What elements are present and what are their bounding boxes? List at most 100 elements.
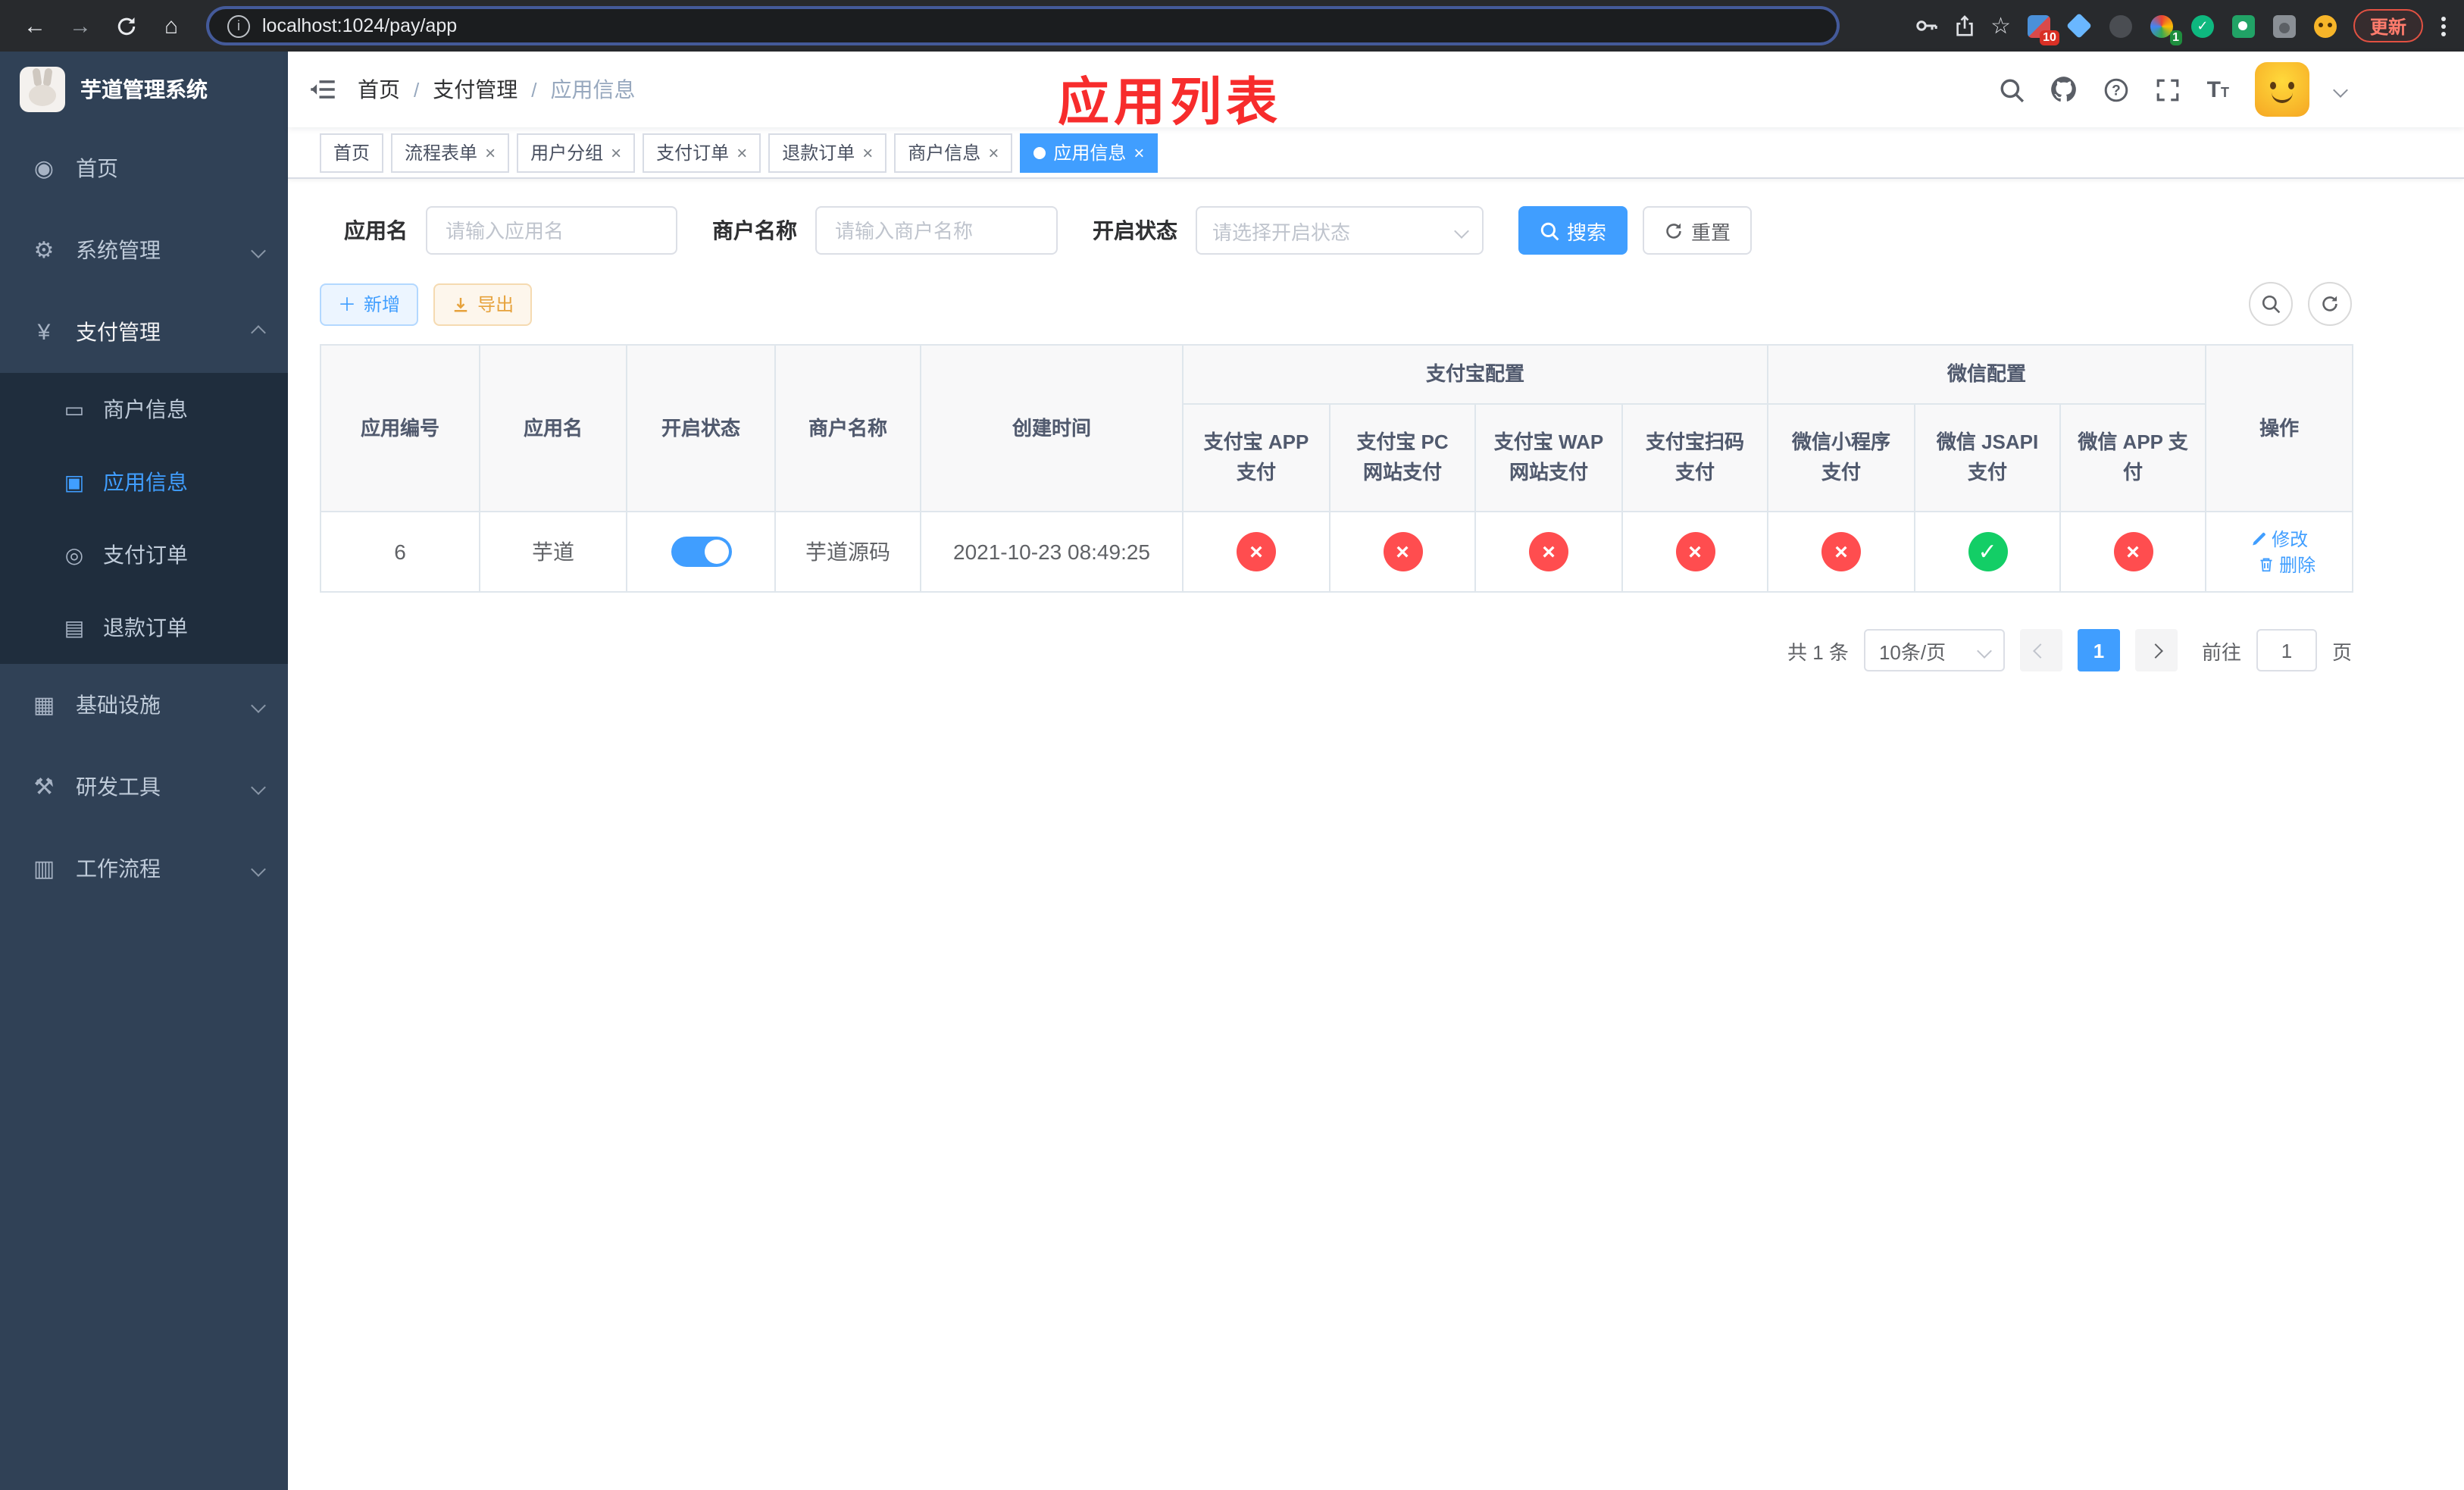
app-name-label: 应用名	[344, 218, 408, 243]
fullscreen-icon[interactable]	[2156, 77, 2181, 102]
prev-page-button[interactable]	[2019, 629, 2062, 671]
chevron-down-icon	[251, 697, 266, 712]
tab-process-form[interactable]: 流程表单 ×	[391, 133, 510, 172]
add-button[interactable]: ＋ 新增	[320, 283, 419, 325]
extension-check-icon[interactable]: ✓	[2190, 13, 2215, 39]
extension-face-icon[interactable]	[2312, 13, 2338, 39]
edit-link[interactable]: 修改	[2250, 526, 2308, 552]
delete-link[interactable]: 删除	[2258, 552, 2315, 578]
back-icon[interactable]: ←	[15, 6, 55, 45]
screen: ← → ⌂ i localhost:1024/pay/app ☆ 10 1 ✓ …	[0, 0, 2464, 1490]
app-title: 芋道管理系统	[80, 77, 208, 102]
address-bar[interactable]: i localhost:1024/pay/app	[206, 6, 1840, 45]
page-content: 应用名 商户名称 开启状态 请选择开启状态	[288, 179, 2354, 671]
breadcrumb: 首页 / 支付管理 / 应用信息	[358, 74, 636, 105]
sidebar-item-home[interactable]: ◉ 首页	[0, 127, 288, 209]
payment-submenu: ▭ 商户信息 ▣ 应用信息 ◎ 支付订单 ▤ 退款订单	[0, 373, 288, 664]
col-wechat-app: 微信 APP 支付	[2059, 403, 2207, 512]
document-icon: ▤	[64, 615, 85, 639]
sidebar-item-app-info[interactable]: ▣ 应用信息	[0, 446, 288, 518]
svg-text:?: ?	[2112, 82, 2122, 98]
group-alipay-config: 支付宝配置	[1181, 344, 1769, 405]
search-button[interactable]: 搜索	[1518, 206, 1628, 255]
help-icon[interactable]: ?	[2104, 77, 2130, 102]
pencil-icon	[2253, 532, 2265, 546]
col-actions: 操作	[2205, 344, 2354, 512]
merchant-name-input[interactable]	[815, 206, 1058, 255]
share-icon[interactable]	[1953, 14, 1975, 38]
page-unit-label: 页	[2331, 640, 2352, 663]
browser-menu-icon[interactable]	[2438, 16, 2449, 36]
wechat-app-status-icon: ×	[2113, 532, 2153, 571]
reset-button[interactable]: 重置	[1643, 206, 1753, 255]
bookmark-star-icon[interactable]: ☆	[1990, 12, 2011, 39]
user-avatar[interactable]	[2255, 62, 2309, 117]
export-button[interactable]: 导出	[433, 283, 533, 325]
cell-merchant: 芋道源码	[774, 511, 921, 593]
toggle-search-button[interactable]	[2249, 282, 2293, 326]
workflow-icon: ▥	[33, 856, 55, 882]
col-status: 开启状态	[626, 344, 776, 512]
tab-home[interactable]: 首页	[320, 133, 384, 172]
top-navbar: 首页 / 支付管理 / 应用信息 ? TT	[288, 52, 2464, 127]
search-icon[interactable]	[2000, 77, 2025, 102]
page-size-select[interactable]: 10条/页	[1863, 629, 2005, 671]
browser-toolbar: ← → ⌂ i localhost:1024/pay/app ☆ 10 1 ✓ …	[0, 0, 2464, 52]
tab-pay-order[interactable]: 支付订单 ×	[643, 133, 761, 172]
tab-merchant-info[interactable]: 商户信息 ×	[894, 133, 1013, 172]
extension-puzzle-icon[interactable]	[2272, 13, 2297, 39]
goto-page-input[interactable]	[2256, 629, 2317, 671]
extension-dark-icon[interactable]	[2108, 13, 2134, 39]
sidebar-item-workflow[interactable]: ▥ 工作流程	[0, 828, 288, 909]
page-number-1[interactable]: 1	[2077, 629, 2120, 671]
sidebar-item-devtools[interactable]: ⚒ 研发工具	[0, 746, 288, 828]
tab-app-info[interactable]: 应用信息 ×	[1020, 133, 1159, 172]
tab-user-group[interactable]: 用户分组 ×	[517, 133, 636, 172]
chevron-down-icon	[1454, 223, 1469, 238]
total-count: 共 1 条	[1787, 640, 1849, 663]
refresh-button[interactable]	[2308, 282, 2352, 326]
status-select[interactable]: 请选择开启状态	[1196, 206, 1484, 255]
github-icon[interactable]	[2051, 76, 2078, 103]
col-wechat-mini: 微信小程序支付	[1767, 403, 1916, 512]
font-size-icon[interactable]: TT	[2207, 78, 2229, 101]
tab-close-icon[interactable]: ×	[988, 143, 999, 161]
tab-close-icon[interactable]: ×	[1134, 143, 1144, 161]
forward-icon[interactable]: →	[61, 6, 100, 45]
tab-close-icon[interactable]: ×	[611, 143, 621, 161]
url-text: localhost:1024/pay/app	[262, 15, 458, 36]
main-area: 应用列表 首页 / 支付管理 / 应用信息 ? TT 首页 流程表单 × 用户分…	[288, 52, 2464, 1490]
infrastructure-icon: ▦	[33, 693, 55, 718]
sidebar-item-payment[interactable]: ¥ 支付管理	[0, 291, 288, 373]
extension-diamond-icon[interactable]	[2066, 13, 2093, 39]
user-menu-caret-icon[interactable]	[2333, 82, 2348, 97]
sidebar-item-refund-order[interactable]: ▤ 退款订单	[0, 591, 288, 664]
sidebar-item-system[interactable]: ⚙ 系统管理	[0, 209, 288, 291]
merchant-name-label: 商户名称	[712, 218, 797, 243]
tab-close-icon[interactable]: ×	[862, 143, 873, 161]
next-page-button[interactable]	[2134, 629, 2178, 671]
cell-app-id: 6	[320, 511, 480, 593]
hamburger-icon[interactable]	[309, 76, 336, 103]
plus-icon: ＋	[338, 294, 357, 315]
tab-close-icon[interactable]: ×	[485, 143, 496, 161]
breadcrumb-home[interactable]: 首页	[358, 74, 400, 105]
sidebar-item-pay-order[interactable]: ◎ 支付订单	[0, 518, 288, 591]
enable-switch[interactable]	[671, 537, 731, 567]
tab-refund-order[interactable]: 退款订单 ×	[768, 133, 887, 172]
extension-green-square-icon[interactable]	[2231, 13, 2256, 39]
sidebar-item-infra[interactable]: ▦ 基础设施	[0, 664, 288, 746]
extension-adblock-icon[interactable]: 10	[2026, 13, 2059, 45]
gear-icon: ⚙	[33, 238, 55, 264]
home-icon[interactable]: ⌂	[152, 6, 191, 45]
site-info-icon[interactable]: i	[227, 14, 250, 37]
sidebar-item-merchant-info[interactable]: ▭ 商户信息	[0, 373, 288, 446]
app-name-input[interactable]	[426, 206, 677, 255]
browser-update-button[interactable]: 更新	[2353, 9, 2423, 42]
chevron-down-icon	[1977, 643, 1992, 658]
reload-icon[interactable]	[106, 6, 145, 45]
breadcrumb-payment[interactable]: 支付管理	[433, 74, 518, 105]
tab-close-icon[interactable]: ×	[736, 143, 747, 161]
password-key-icon[interactable]	[1913, 14, 1937, 38]
extension-colorful-icon[interactable]: 1	[2149, 13, 2182, 45]
